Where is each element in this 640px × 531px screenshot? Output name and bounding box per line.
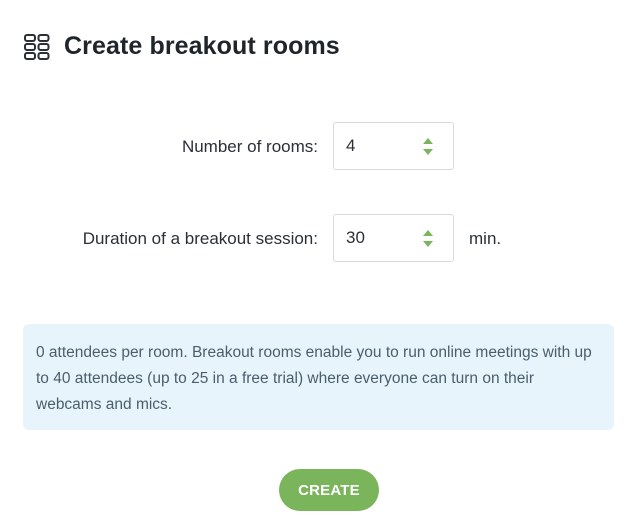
dialog-header: Create breakout rooms	[23, 32, 340, 61]
increment-icon[interactable]	[423, 138, 433, 144]
rooms-row: Number of rooms: 4	[0, 122, 640, 172]
rooms-stepper-arrows[interactable]	[423, 137, 435, 157]
info-text: 0 attendees per room. Breakout rooms ena…	[36, 344, 592, 413]
create-button[interactable]: CREATE	[279, 469, 379, 511]
breakout-grid-icon	[23, 33, 51, 61]
duration-stepper-arrows[interactable]	[423, 229, 435, 249]
duration-row: Duration of a breakout session: 30 min.	[0, 214, 640, 264]
rooms-stepper[interactable]: 4	[333, 122, 454, 170]
create-breakout-rooms-dialog: Create breakout rooms Number of rooms: 4…	[0, 0, 640, 531]
duration-value[interactable]: 30	[346, 215, 365, 261]
decrement-icon[interactable]	[423, 241, 433, 247]
info-box: 0 attendees per room. Breakout rooms ena…	[23, 324, 614, 430]
page-title: Create breakout rooms	[64, 32, 340, 60]
increment-icon[interactable]	[423, 230, 433, 236]
rooms-label: Number of rooms:	[181, 137, 318, 156]
duration-unit: min.	[469, 229, 502, 248]
decrement-icon[interactable]	[423, 149, 433, 155]
duration-label: Duration of a breakout session:	[82, 229, 318, 248]
duration-stepper[interactable]: 30	[333, 214, 454, 262]
rooms-value[interactable]: 4	[346, 123, 355, 169]
